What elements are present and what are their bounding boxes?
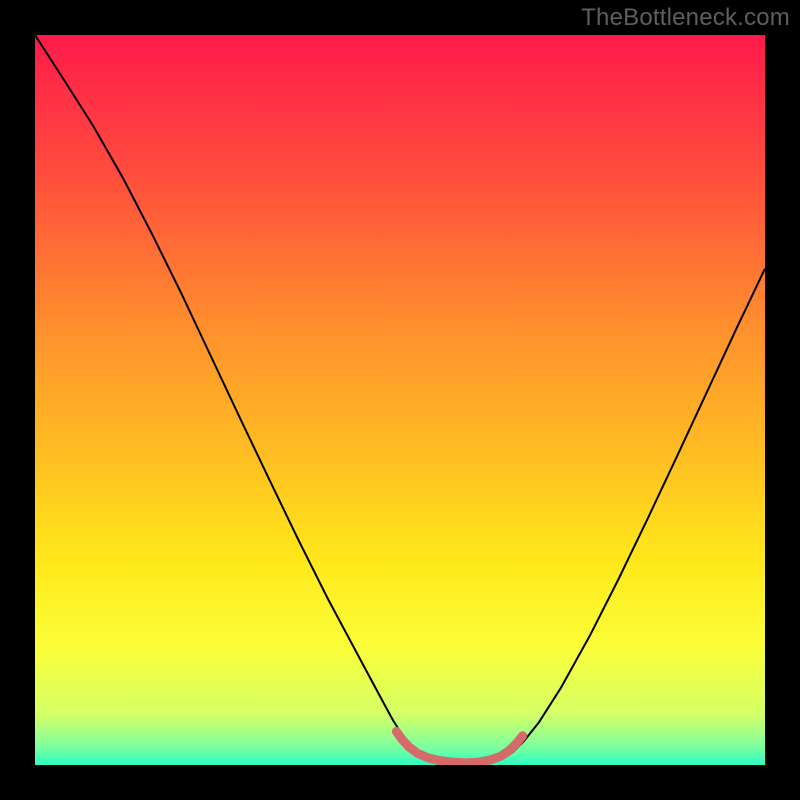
chart-frame: TheBottleneck.com: [0, 0, 800, 800]
chart-svg: [35, 35, 765, 765]
chart-plot: [35, 35, 765, 765]
watermark: TheBottleneck.com: [581, 4, 790, 32]
chart-gradient-bg: [35, 35, 765, 765]
